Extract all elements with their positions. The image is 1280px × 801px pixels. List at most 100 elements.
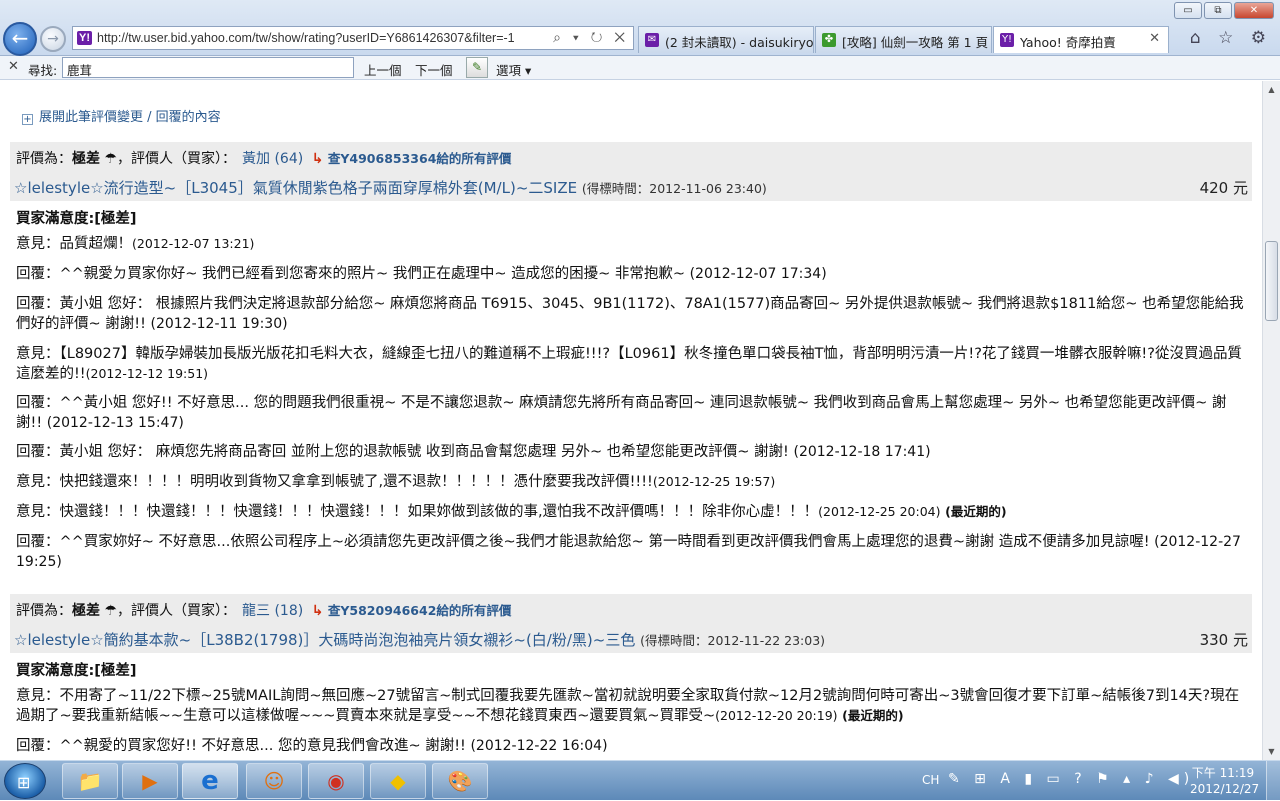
forward-button[interactable]: → (40, 26, 66, 52)
media-player-icon: ▶ (142, 769, 158, 793)
bid-time: (得標時間：2012-11-06 23:40) (581, 181, 767, 196)
pps-taskbar-button[interactable]: ☺ (246, 763, 302, 799)
find-prev-button[interactable]: 上一個 (364, 60, 402, 79)
msg-text: ^^買家妳好~ 不好意思...依照公司程序上~必須請您先更改評價之後~我們才能退… (59, 534, 1150, 550)
msg-prefix: 意見： (16, 474, 60, 490)
pps-icon: ☺ (263, 769, 285, 793)
review-header: 評價為：極差 ☂，評價人（買家）： 龍三 (18) ↳ 查Y5820946642給… (10, 594, 1252, 653)
msg-time: (2012-12-07 13:21) (132, 236, 255, 251)
close-window-button[interactable]: ✕ (1234, 2, 1274, 19)
rater-prefix: ，評價人（買家）： (117, 603, 237, 619)
kmplayer-taskbar-button[interactable]: ◆ (370, 763, 426, 799)
comment-entry: 意見：快把錢還來！！！！明明收到貨物又拿拿到帳號了,還不退款！！！！！憑什麼要我… (16, 472, 1246, 492)
msg-prefix: 回覆： (16, 444, 60, 460)
close-tab-icon[interactable]: ✕ (1149, 31, 1160, 46)
highlight-icon[interactable]: ✎ (466, 57, 488, 78)
restore-button[interactable]: ⧉ (1204, 2, 1232, 19)
msg-prefix: 意見： (16, 346, 60, 362)
bid-time: (得標時間：2012-11-22 23:03) (640, 633, 826, 648)
item-title-link[interactable]: ☆lelestyle☆流行造型~［L3045］氣質休閒紫色格子兩面穿厚棉外套(M… (14, 179, 577, 197)
expand-text: 展開此筆評價變更 / 回覆的內容 (39, 110, 221, 125)
explorer-taskbar-button[interactable]: 📁 (62, 763, 118, 799)
address-actions[interactable]: ⌕ ▾ ↻ ✕ (553, 29, 629, 46)
rating-prefix: 評價為： (16, 603, 72, 619)
clock-time: 下午 11:19 (1191, 766, 1255, 780)
msg-time: (2012-12-25 19:57) (652, 474, 776, 489)
msg-text: 不用寄了~11/22下標~25號MAIL詢問~無回應~27號留言~制式回覆我要先… (16, 688, 1240, 724)
browser-toolbar: ▭ ⧉ ✕ ← → Y! http://tw.user.bid.yahoo.co… (0, 0, 1280, 56)
tab-yahoo-auction[interactable]: Y! Yahoo! 奇摩拍賣 ✕ (993, 26, 1169, 53)
latest-badge: (最近期的) (945, 504, 1007, 519)
close-find-icon[interactable]: ✕ (8, 59, 19, 74)
reply-entry: 回覆：^^親愛的買家您好!! 不好意思... 您的意見我們會改進~ 謝謝!! (… (16, 736, 1246, 756)
msg-time: (2012-12-13 15:47) (46, 415, 184, 431)
ime-indicator[interactable]: CH (922, 773, 939, 787)
media-player-taskbar-button[interactable]: ▶ (122, 763, 178, 799)
address-bar[interactable]: Y! http://tw.user.bid.yahoo.com/tw/show/… (72, 26, 634, 50)
msg-time: (2012-12-07 17:34) (689, 266, 827, 282)
rating-cloud-icon: ☂ (104, 151, 118, 167)
browser-right-icons[interactable]: ⌂ ☆ ⚙ (1190, 28, 1272, 48)
item-title-link[interactable]: ☆lelestyle☆簡約基本款~［L38B2(1798)］大碼時尚泡泡袖亮片領… (14, 631, 635, 649)
latest-badge: (最近期的) (842, 708, 904, 723)
find-bar: ✕ 尋找: 鹿茸 上一個 下一個 ✎ 選項 ▾ (0, 56, 1280, 80)
back-button[interactable]: ← (3, 22, 37, 56)
window-controls: ▭ ⧉ ✕ (1174, 2, 1274, 19)
find-next-button[interactable]: 下一個 (415, 60, 453, 79)
find-options-button[interactable]: 選項 ▾ (496, 60, 531, 79)
mail-icon: ✉ (645, 33, 659, 47)
internet-explorer-icon: e (201, 766, 219, 796)
reply-entry: 回覆：^^黃小姐 您好!! 不好意思... 您的問題我們很重視~ 不是不讓您退款… (16, 393, 1246, 433)
find-input[interactable]: 鹿茸 (62, 57, 354, 78)
reply-entry: 回覆：^^買家妳好~ 不好意思...依照公司程序上~必須請您先更改評價之後~我們… (16, 532, 1246, 572)
msg-prefix: 意見： (16, 236, 60, 252)
item-price: 330 元 (1199, 631, 1248, 649)
msg-prefix: 回覆： (16, 395, 60, 411)
query-ratings-link[interactable]: 查Y5820946642給的所有評價 (328, 603, 512, 618)
rating-prefix: 評價為： (16, 151, 72, 167)
tab-label: [攻略] 仙劍一攻略 第 1 頁 ... (842, 35, 992, 50)
rater-link[interactable]: 龍三 (18) (242, 603, 303, 619)
msg-text: ^^黃小姐 您好!! 不好意思... 您的問題我們很重視~ 不是不讓您退款~ 麻… (16, 395, 1227, 431)
query-ratings-link[interactable]: 查Y4906853364給的所有評價 (328, 151, 512, 166)
item-price: 420 元 (1199, 179, 1248, 197)
msg-time: (2012-12-11 19:30) (150, 316, 288, 332)
scroll-up-icon[interactable]: ▲ (1263, 81, 1280, 98)
msg-prefix: 回覆： (16, 266, 60, 282)
scroll-down-icon[interactable]: ▼ (1263, 743, 1280, 760)
paint-icon: 🎨 (447, 769, 473, 793)
msg-text: 品質超爛！ (59, 236, 133, 252)
minimize-button[interactable]: ▭ (1174, 2, 1202, 19)
msg-text: 快把錢還來！！！！明明收到貨物又拿拿到帳號了,還不退款！！！！！憑什麼要我改評價… (59, 474, 653, 490)
tab-label: Yahoo! 奇摩拍賣 (1020, 35, 1116, 50)
rater-prefix: ，評價人（買家）： (117, 151, 237, 167)
scroll-thumb[interactable] (1265, 241, 1278, 321)
msg-text: ^^親愛的買家您好!! 不好意思... 您的意見我們會改進~ 謝謝!! (59, 738, 466, 754)
vertical-scrollbar[interactable]: ▲ ▼ (1262, 81, 1280, 760)
chrome-icon: ◉ (327, 769, 345, 793)
tab-guide[interactable]: ✤ [攻略] 仙劍一攻略 第 1 頁 ... (815, 26, 992, 53)
comment-entry: 意見：快還錢！！！快還錢！！！快還錢！！！快還錢！！！如果妳做到該做的事,還怕我… (16, 502, 1246, 522)
start-button[interactable]: ⊞ (4, 763, 46, 799)
show-desktop-button[interactable] (1266, 761, 1280, 801)
comment-entry: 意見：品質超爛！(2012-12-07 13:21) (16, 234, 1246, 254)
rater-score[interactable]: (18) (274, 603, 303, 619)
rater-name[interactable]: 龍三 (242, 603, 270, 619)
rater-link[interactable]: 黃加 (64) (242, 151, 303, 167)
msg-time: (2012-12-25 20:04) (818, 504, 941, 519)
ie-taskbar-button[interactable]: e (182, 763, 238, 799)
find-label: 尋找: (28, 63, 58, 78)
page-content: + 展開此筆評價變更 / 回覆的內容 評價為：極差 ☂，評價人（買家）： 黃加 (6… (0, 81, 1262, 760)
rater-name[interactable]: 黃加 (242, 151, 270, 167)
msg-prefix: 意見： (16, 504, 60, 520)
rater-score[interactable]: (64) (274, 151, 303, 167)
expand-link[interactable]: + 展開此筆評價變更 / 回覆的內容 (22, 106, 221, 125)
address-url[interactable]: http://tw.user.bid.yahoo.com/tw/show/rat… (97, 31, 515, 45)
tab-mail[interactable]: ✉ (2 封未讀取) - daisukiryo... (638, 26, 814, 53)
clock[interactable]: 下午 11:19 2012/12/27 (1190, 765, 1259, 797)
msg-prefix: 回覆： (16, 534, 60, 550)
paint-taskbar-button[interactable]: 🎨 (432, 763, 488, 799)
tray-icons[interactable]: ✎ ⊞ A ▮ ▭ ? ⚑ ▴ ♪ ◀) (948, 771, 1194, 787)
chrome-taskbar-button[interactable]: ◉ (308, 763, 364, 799)
msg-prefix: 意見： (16, 688, 60, 704)
